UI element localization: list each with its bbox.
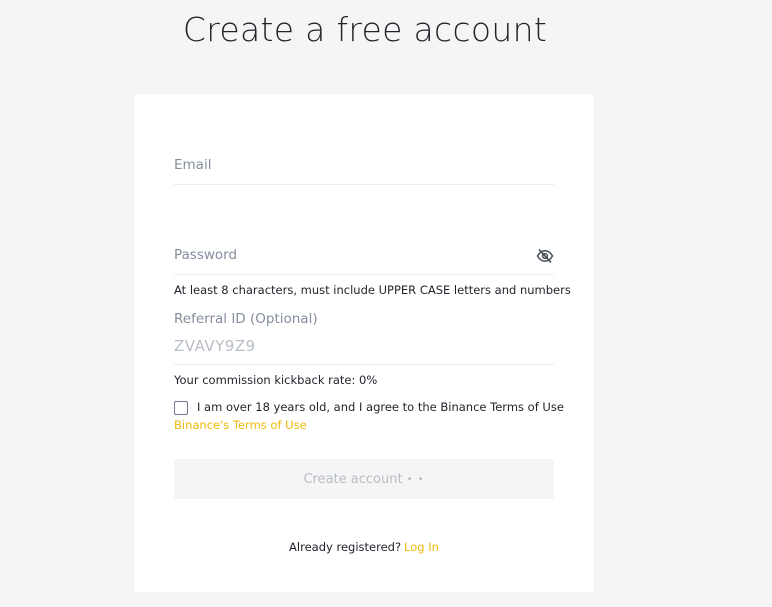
terms-agreement-text: I am over 18 years old, and I agree to t… bbox=[197, 400, 564, 414]
loading-dots-icon: • • bbox=[406, 473, 425, 485]
signup-page: Create a free account Email Password At … bbox=[0, 0, 772, 607]
email-input[interactable] bbox=[174, 156, 514, 178]
terms-checkbox[interactable] bbox=[174, 401, 188, 415]
password-hint: At least 8 characters, must include UPPE… bbox=[174, 283, 571, 297]
login-link[interactable]: Log In bbox=[404, 540, 439, 554]
password-field: Password bbox=[174, 240, 554, 275]
signup-card: Email Password At least 8 characters, mu… bbox=[134, 94, 594, 592]
eye-off-icon[interactable] bbox=[536, 248, 554, 264]
email-field: Email bbox=[174, 150, 554, 185]
page-title: Create a free account bbox=[182, 10, 548, 49]
login-prompt-text: Already registered? bbox=[289, 540, 402, 554]
login-prompt: Already registered? Log In bbox=[134, 540, 594, 554]
referral-label: Referral ID (Optional) bbox=[174, 311, 318, 327]
create-account-label: Create account bbox=[303, 471, 403, 487]
terms-of-use-link[interactable]: Binance's Terms of Use bbox=[174, 418, 307, 432]
referral-field bbox=[174, 332, 554, 365]
kickback-rate-text: Your commission kickback rate: 0% bbox=[174, 373, 378, 387]
create-account-button[interactable]: Create account • • bbox=[174, 459, 554, 499]
password-input[interactable] bbox=[174, 246, 514, 268]
referral-input[interactable] bbox=[174, 335, 514, 357]
